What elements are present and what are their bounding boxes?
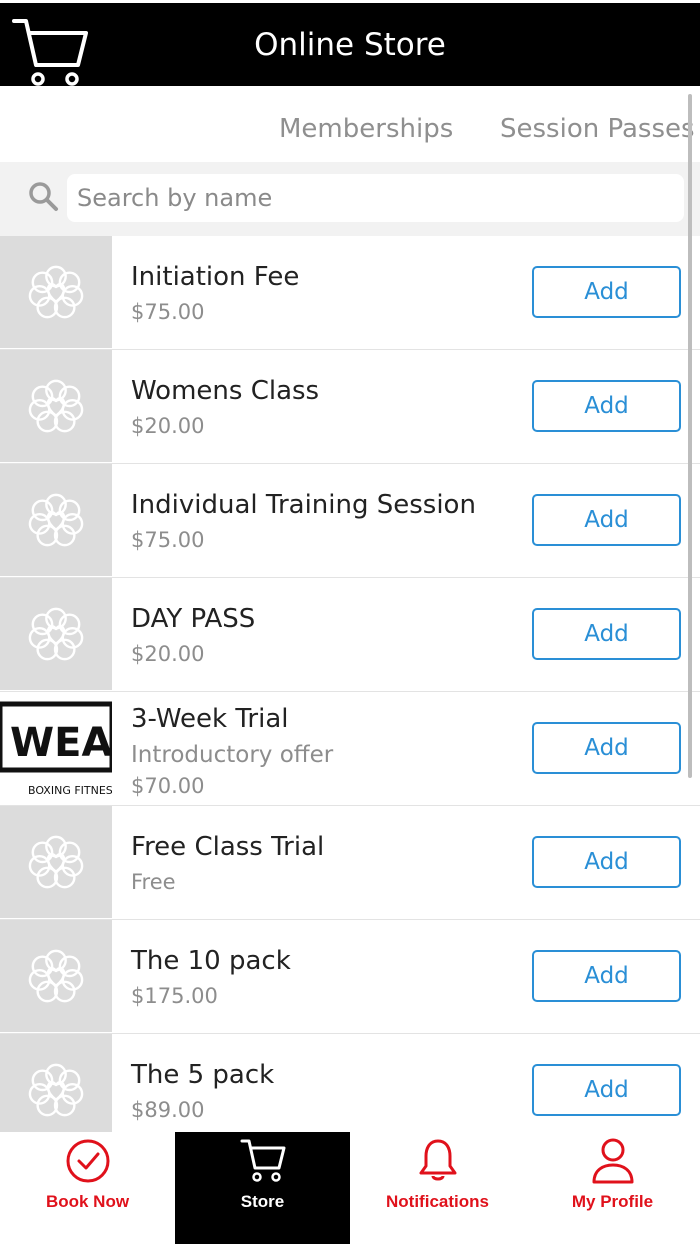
product-name: The 5 pack — [131, 1060, 275, 1090]
product-description: Introductory offer — [131, 742, 334, 768]
tab-bar: Memberships Session Passes — [0, 86, 700, 162]
product-price: $20.00 — [131, 414, 205, 438]
list-item: DAY PASS $20.00 Add — [0, 578, 700, 692]
scrollbar[interactable] — [688, 94, 692, 778]
nav-my-profile[interactable]: My Profile — [525, 1132, 700, 1244]
search-icon — [29, 182, 58, 211]
nav-notifications[interactable]: Notifications — [350, 1132, 525, 1244]
product-price: $75.00 — [131, 528, 205, 552]
bell-icon — [419, 1139, 456, 1181]
product-thumbnail — [0, 464, 112, 576]
add-button[interactable]: Add — [532, 722, 681, 774]
product-thumbnail — [0, 1034, 112, 1132]
product-thumbnail — [0, 236, 112, 348]
product-list[interactable]: Initiation Fee $75.00 Add Womens Class $… — [0, 236, 700, 1132]
product-price: $70.00 — [131, 774, 205, 798]
placeholder-flower-icon — [28, 379, 84, 433]
add-button[interactable]: Add — [532, 836, 681, 888]
placeholder-flower-icon — [28, 265, 84, 319]
list-item: Womens Class $20.00 Add — [0, 350, 700, 464]
search-input[interactable] — [67, 174, 684, 222]
add-button[interactable]: Add — [532, 608, 681, 660]
placeholder-flower-icon — [28, 835, 84, 889]
list-item: WEAL BOXING FITNESS 3-Week Trial Introdu… — [0, 692, 700, 806]
nav-label: Book Now — [45, 1192, 130, 1211]
product-price: $175.00 — [131, 984, 218, 1008]
add-button[interactable]: Add — [532, 494, 681, 546]
product-price: $20.00 — [131, 642, 205, 666]
user-icon — [592, 1138, 633, 1184]
tab-memberships[interactable]: Memberships — [279, 114, 453, 144]
product-name: Initiation Fee — [131, 262, 300, 292]
list-item: The 10 pack $175.00 Add — [0, 920, 700, 1034]
nav-book-now[interactable]: Book Now — [0, 1132, 175, 1244]
product-thumbnail — [0, 806, 112, 918]
product-thumbnail — [0, 350, 112, 462]
brand-logo: WEAL BOXING FITNESS — [0, 701, 112, 797]
bottom-nav: Book Now Store Notifications My Profile — [0, 1132, 700, 1244]
app-header: Online Store — [0, 0, 700, 86]
product-name: Free Class Trial — [131, 832, 325, 862]
tab-session-passes[interactable]: Session Passes — [500, 114, 695, 144]
add-button[interactable]: Add — [532, 950, 681, 1002]
svg-text:WEAL: WEAL — [10, 720, 112, 766]
product-name: The 10 pack — [131, 946, 291, 976]
product-name: 3-Week Trial — [131, 704, 289, 734]
product-name: DAY PASS — [131, 604, 256, 634]
svg-text:BOXING FITNESS: BOXING FITNESS — [28, 784, 112, 797]
list-item: The 5 pack $89.00 Add — [0, 1034, 700, 1132]
product-thumbnail: WEAL BOXING FITNESS — [0, 692, 112, 804]
add-button[interactable]: Add — [532, 1064, 681, 1116]
product-thumbnail — [0, 578, 112, 690]
check-circle-icon — [66, 1139, 109, 1183]
placeholder-flower-icon — [28, 607, 84, 661]
placeholder-flower-icon — [28, 1063, 84, 1117]
product-price: Free — [131, 870, 176, 894]
product-name: Womens Class — [131, 376, 320, 406]
nav-label: Store — [240, 1192, 285, 1211]
list-item: Free Class Trial Free Add — [0, 806, 700, 920]
nav-store[interactable]: Store — [175, 1132, 350, 1244]
add-button[interactable]: Add — [532, 266, 681, 318]
list-item: Initiation Fee $75.00 Add — [0, 236, 700, 350]
product-thumbnail — [0, 920, 112, 1032]
page-title: Online Store — [254, 27, 446, 63]
search-bar — [0, 162, 700, 236]
nav-label: Notifications — [386, 1192, 489, 1211]
cart-icon — [240, 1139, 285, 1182]
add-button[interactable]: Add — [532, 380, 681, 432]
product-price: $75.00 — [131, 300, 205, 324]
nav-label: My Profile — [571, 1192, 654, 1211]
product-price: $89.00 — [131, 1098, 205, 1122]
placeholder-flower-icon — [28, 949, 84, 1003]
placeholder-flower-icon — [28, 493, 84, 547]
list-item: Individual Training Session $75.00 Add — [0, 464, 700, 578]
product-name: Individual Training Session — [131, 490, 476, 520]
